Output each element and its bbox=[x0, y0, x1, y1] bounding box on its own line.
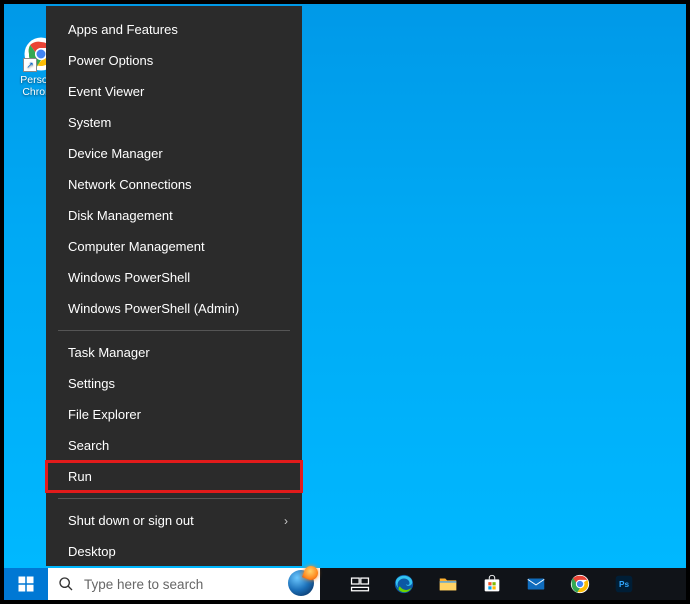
mail-icon bbox=[525, 573, 547, 595]
menu-item-label: Disk Management bbox=[68, 208, 173, 223]
menu-item-task-manager[interactable]: Task Manager bbox=[46, 337, 302, 368]
folder-icon bbox=[437, 573, 459, 595]
menu-item-power-options[interactable]: Power Options bbox=[46, 45, 302, 76]
menu-item-label: Windows PowerShell (Admin) bbox=[68, 301, 239, 316]
taskbar-mail[interactable] bbox=[514, 568, 558, 600]
taskbar-microsoft-store[interactable] bbox=[470, 568, 514, 600]
menu-item-label: File Explorer bbox=[68, 407, 141, 422]
photoshop-icon: Ps bbox=[613, 573, 635, 595]
menu-item-device-manager[interactable]: Device Manager bbox=[46, 138, 302, 169]
menu-item-disk-management[interactable]: Disk Management bbox=[46, 200, 302, 231]
menu-item-label: Search bbox=[68, 438, 109, 453]
menu-item-label: Apps and Features bbox=[68, 22, 178, 37]
chrome-icon bbox=[569, 573, 591, 595]
menu-item-label: Shut down or sign out bbox=[68, 513, 194, 528]
taskbar-photoshop[interactable]: Ps bbox=[602, 568, 646, 600]
shortcut-badge-icon: ↗ bbox=[23, 58, 37, 72]
menu-item-event-viewer[interactable]: Event Viewer bbox=[46, 76, 302, 107]
task-view-icon bbox=[349, 573, 371, 595]
menu-item-label: Computer Management bbox=[68, 239, 205, 254]
taskbar-task-view[interactable] bbox=[338, 568, 382, 600]
windows-logo-icon bbox=[17, 575, 35, 593]
taskbar-search[interactable]: Type here to search bbox=[48, 568, 320, 600]
chevron-right-icon: › bbox=[284, 514, 288, 528]
menu-item-label: Settings bbox=[68, 376, 115, 391]
menu-item-search[interactable]: Search bbox=[46, 430, 302, 461]
menu-item-file-explorer[interactable]: File Explorer bbox=[46, 399, 302, 430]
menu-item-label: Task Manager bbox=[68, 345, 150, 360]
menu-item-label: Event Viewer bbox=[68, 84, 144, 99]
menu-separator bbox=[58, 498, 290, 499]
edge-icon bbox=[393, 573, 415, 595]
menu-item-label: Windows PowerShell bbox=[68, 270, 190, 285]
menu-item-run[interactable]: Run bbox=[46, 461, 302, 492]
menu-item-windows-powershell-admin[interactable]: Windows PowerShell (Admin) bbox=[46, 293, 302, 324]
taskbar: Type here to search bbox=[4, 568, 686, 600]
svg-text:Ps: Ps bbox=[619, 580, 630, 589]
menu-item-label: Device Manager bbox=[68, 146, 163, 161]
store-icon bbox=[481, 573, 503, 595]
search-icon bbox=[58, 576, 74, 592]
menu-item-label: Power Options bbox=[68, 53, 153, 68]
menu-item-computer-management[interactable]: Computer Management bbox=[46, 231, 302, 262]
menu-item-system[interactable]: System bbox=[46, 107, 302, 138]
taskbar-edge[interactable] bbox=[382, 568, 426, 600]
start-button[interactable] bbox=[4, 568, 48, 600]
cortana-orb-icon[interactable] bbox=[288, 570, 316, 598]
menu-item-network-connections[interactable]: Network Connections bbox=[46, 169, 302, 200]
winx-context-menu: Apps and Features Power Options Event View… bbox=[46, 6, 302, 566]
desktop[interactable]: ↗ Personal Chrome Apps and FeaturesPower… bbox=[4, 4, 686, 568]
menu-separator bbox=[58, 330, 290, 331]
menu-item-shut-down-or-sign-out[interactable]: Shut down or sign out › bbox=[46, 505, 302, 536]
menu-item-label: System bbox=[68, 115, 111, 130]
menu-item-apps-and-features[interactable]: Apps and Features bbox=[46, 14, 302, 45]
menu-item-settings[interactable]: Settings bbox=[46, 368, 302, 399]
menu-item-windows-powershell[interactable]: Windows PowerShell bbox=[46, 262, 302, 293]
menu-item-label: Run bbox=[68, 469, 92, 484]
taskbar-file-explorer[interactable] bbox=[426, 568, 470, 600]
search-placeholder: Type here to search bbox=[84, 577, 310, 592]
menu-item-label: Network Connections bbox=[68, 177, 192, 192]
taskbar-chrome[interactable] bbox=[558, 568, 602, 600]
menu-item-desktop[interactable]: Desktop bbox=[46, 536, 302, 567]
menu-item-label: Desktop bbox=[68, 544, 116, 559]
